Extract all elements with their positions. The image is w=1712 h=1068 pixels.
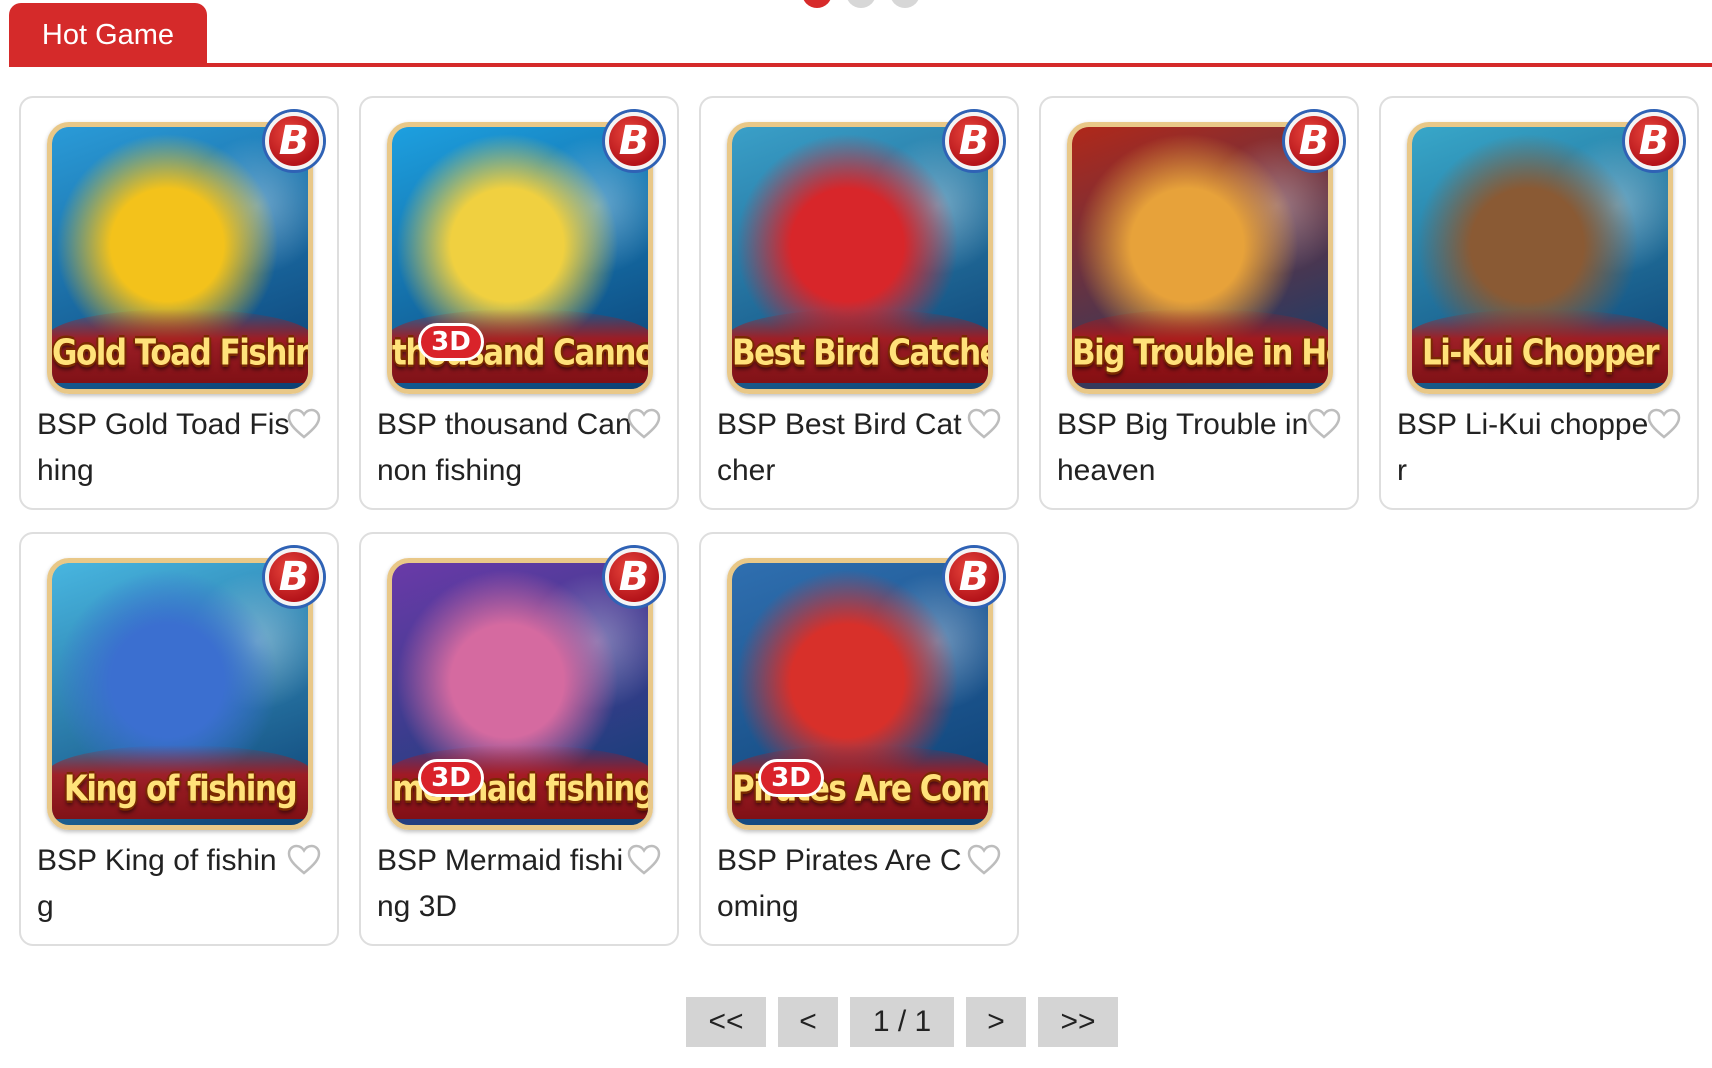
- game-name[interactable]: BSP thousand Cannon fishing: [377, 402, 633, 494]
- last-page-button[interactable]: >>: [1038, 997, 1118, 1047]
- game-card[interactable]: thousand Cannon Fishing3DB BSP thousand C…: [359, 96, 679, 510]
- favorite-heart-icon[interactable]: [1307, 408, 1341, 440]
- provider-logo-icon: B: [265, 548, 323, 606]
- game-card[interactable]: Big Trouble in Heaven B BSP Big Trouble in…: [1039, 96, 1359, 510]
- favorite-heart-icon[interactable]: [967, 408, 1001, 440]
- game-thumbnail[interactable]: Pirates Are Coming3D: [727, 558, 993, 830]
- game-thumbnail[interactable]: Li-Kui Chopper: [1407, 122, 1673, 394]
- badge-3d: 3D: [418, 323, 484, 361]
- game-name[interactable]: BSP Big Trouble in heaven: [1057, 402, 1313, 494]
- badge-3d: 3D: [418, 759, 484, 797]
- game-name[interactable]: BSP Best Bird Catcher: [717, 402, 973, 494]
- next-page-button[interactable]: >: [966, 997, 1026, 1047]
- provider-logo-icon: B: [945, 112, 1003, 170]
- game-logo-title: Li-Kui Chopper: [1421, 332, 1660, 374]
- game-card[interactable]: Gold Toad Fishing B BSP Gold Toad Fishing: [19, 96, 339, 510]
- provider-logo-icon: B: [605, 548, 663, 606]
- provider-logo-icon: B: [945, 548, 1003, 606]
- favorite-heart-icon[interactable]: [287, 408, 321, 440]
- game-name[interactable]: BSP King of fishing: [37, 838, 293, 930]
- game-card[interactable]: Pirates Are Coming3DB BSP Pirates Are Com…: [699, 532, 1019, 946]
- tab-underline: [9, 63, 1712, 67]
- game-logo-title: King of fishing: [63, 768, 298, 810]
- game-thumbnail[interactable]: Big Trouble in Heaven: [1067, 122, 1333, 394]
- page-indicator: 1 / 1: [850, 997, 954, 1047]
- game-logo-title: Best Bird Catcher: [732, 332, 993, 374]
- pagination: << < 1 / 1 > >>: [686, 997, 1118, 1047]
- game-card[interactable]: Best Bird Catcher B BSP Best Bird Catcher: [699, 96, 1019, 510]
- game-thumbnail[interactable]: Best Bird Catcher: [727, 122, 993, 394]
- game-logo-title: Gold Toad Fishing: [52, 332, 313, 374]
- game-name[interactable]: BSP Gold Toad Fishing: [37, 402, 293, 494]
- section-tab-bar: Hot Game: [9, 3, 1712, 67]
- badge-3d: 3D: [758, 759, 824, 797]
- first-page-button[interactable]: <<: [686, 997, 766, 1047]
- game-thumbnail[interactable]: mermaid fishing 3D: [387, 558, 653, 830]
- game-thumbnail[interactable]: Gold Toad Fishing: [47, 122, 313, 394]
- game-thumbnail[interactable]: King of fishing: [47, 558, 313, 830]
- game-name[interactable]: BSP Pirates Are Coming: [717, 838, 973, 930]
- prev-page-button[interactable]: <: [778, 997, 838, 1047]
- game-logo-title: Big Trouble in Heaven: [1072, 332, 1328, 374]
- favorite-heart-icon[interactable]: [1647, 408, 1681, 440]
- game-name[interactable]: BSP Li-Kui chopper: [1397, 402, 1653, 494]
- game-name[interactable]: BSP Mermaid fishing 3D: [377, 838, 633, 930]
- game-thumbnail[interactable]: thousand Cannon Fishing3D: [387, 122, 653, 394]
- favorite-heart-icon[interactable]: [967, 844, 1001, 876]
- provider-logo-icon: B: [265, 112, 323, 170]
- game-card[interactable]: King of fishing B BSP King of fishing: [19, 532, 339, 946]
- page: Hot Game Gold Toad Fishing B BSP Gold Toad…: [0, 0, 1712, 1068]
- game-card[interactable]: mermaid fishing 3D B BSP Mermaid fishing 3D: [359, 532, 679, 946]
- provider-logo-icon: B: [1285, 112, 1343, 170]
- tab-hot-game[interactable]: Hot Game: [9, 3, 207, 67]
- favorite-heart-icon[interactable]: [627, 844, 661, 876]
- favorite-heart-icon[interactable]: [627, 408, 661, 440]
- favorite-heart-icon[interactable]: [287, 844, 321, 876]
- provider-logo-icon: B: [1625, 112, 1683, 170]
- game-card[interactable]: Li-Kui Chopper B BSP Li-Kui chopper: [1379, 96, 1699, 510]
- provider-logo-icon: B: [605, 112, 663, 170]
